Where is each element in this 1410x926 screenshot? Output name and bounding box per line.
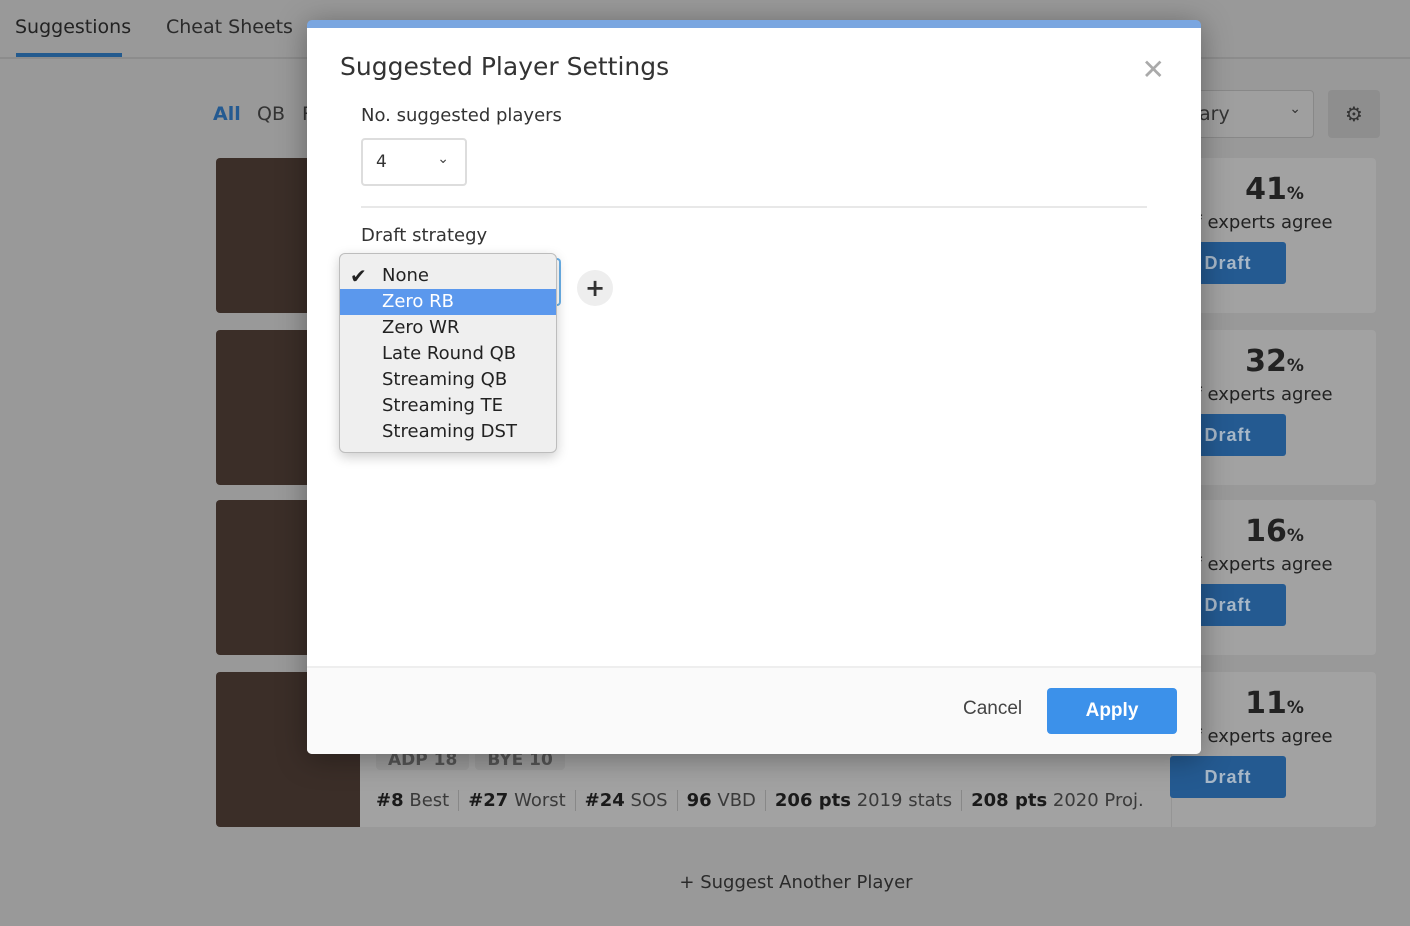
agree-percent: 16%: [1245, 514, 1304, 549]
chevron-down-icon: ⌄: [437, 151, 449, 167]
divider: [361, 206, 1147, 208]
settings-modal: Suggested Player Settings ✕ No. suggeste…: [307, 20, 1201, 754]
stat-sos: #24 SOS: [575, 790, 678, 811]
option-late-round-qb[interactable]: Late Round QB: [340, 341, 556, 367]
option-none[interactable]: ✔ None: [340, 263, 556, 289]
close-icon[interactable]: ✕: [1142, 56, 1165, 84]
option-zero-wr[interactable]: Zero WR: [340, 315, 556, 341]
stat-best: #8 Best: [376, 790, 460, 811]
num-players-value: 4: [376, 152, 387, 172]
tab-suggestions[interactable]: Suggestions: [15, 16, 131, 38]
apply-button[interactable]: Apply: [1047, 688, 1177, 734]
player-stats: #8 Best #27 Worst #24 SOS 96 VBD 206 pts 201…: [376, 790, 1153, 811]
checkmark-icon: ✔: [350, 264, 367, 288]
option-streaming-dst[interactable]: Streaming DST: [340, 419, 556, 445]
strategy-dropdown: ✔ None Zero RB Zero WR Late Round QB Stre…: [339, 253, 557, 453]
cancel-button[interactable]: Cancel: [963, 698, 1022, 720]
modal-footer: Cancel Apply: [307, 666, 1201, 754]
chevron-down-icon: ⌄: [1289, 101, 1301, 117]
option-streaming-te[interactable]: Streaming TE: [340, 393, 556, 419]
suggest-another-link[interactable]: + Suggest Another Player: [0, 872, 1410, 893]
stat-2019: 206 pts 2019 stats: [765, 790, 963, 811]
sort-select-value: ary: [1199, 103, 1230, 125]
gear-icon[interactable]: ⚙: [1328, 90, 1380, 138]
active-tab-indicator: [16, 53, 122, 57]
agree-percent: 32%: [1245, 344, 1304, 379]
sort-select[interactable]: ary ⌄: [1190, 90, 1314, 138]
num-players-select[interactable]: 4 ⌄: [361, 138, 467, 186]
tab-cheat-sheets[interactable]: Cheat Sheets: [166, 16, 293, 38]
filter-qb[interactable]: QB: [257, 103, 285, 125]
stat-worst: #27 Worst: [459, 790, 576, 811]
draft-button[interactable]: Draft: [1170, 756, 1286, 798]
filter-all[interactable]: All: [213, 103, 241, 125]
agree-percent: 41%: [1245, 172, 1304, 207]
strategy-label: Draft strategy: [361, 225, 488, 246]
option-zero-rb[interactable]: Zero RB: [340, 289, 556, 315]
plus-icon[interactable]: +: [577, 270, 613, 306]
stat-2020: 208 pts 2020 Proj.: [971, 790, 1144, 811]
modal-title: Suggested Player Settings: [340, 52, 670, 81]
stat-vbd: 96 VBD: [677, 790, 766, 811]
option-streaming-qb[interactable]: Streaming QB: [340, 367, 556, 393]
num-players-label: No. suggested players: [361, 105, 562, 126]
agree-percent: 11%: [1245, 686, 1304, 721]
